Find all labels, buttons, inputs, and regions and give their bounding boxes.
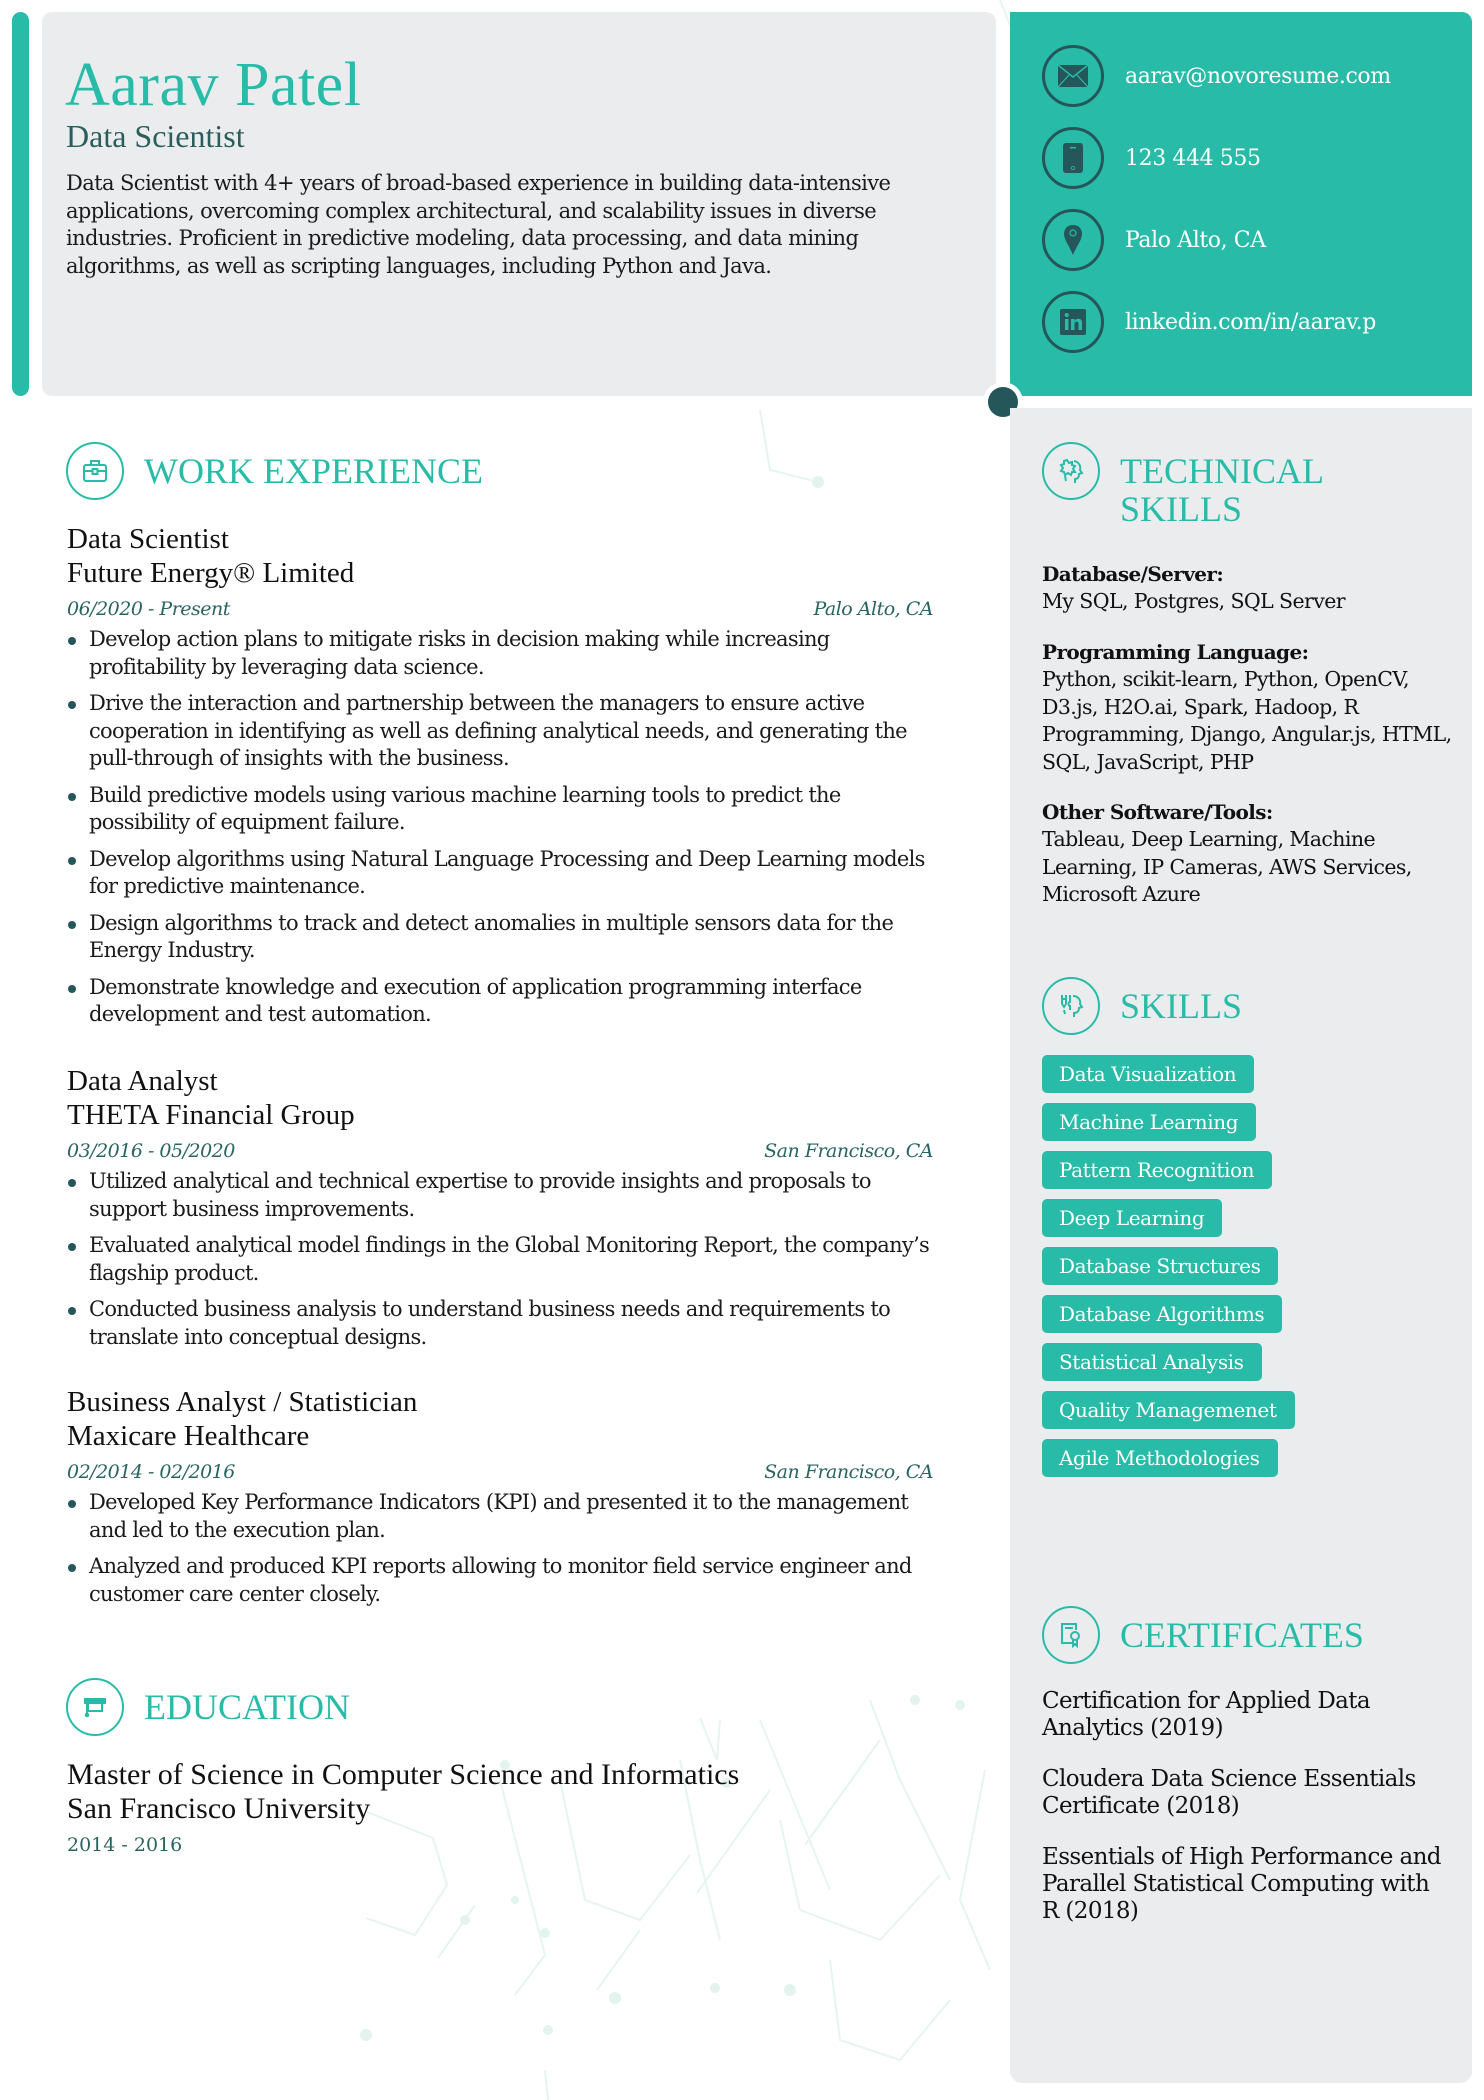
job-company: THETA Financial Group <box>67 1099 355 1131</box>
section-skills: SKILLS <box>1042 977 1242 1035</box>
education-degree: Master of Science in Computer Science an… <box>67 1758 740 1791</box>
section-certificates: CERTIFICATES <box>1042 1606 1364 1664</box>
contact-phone[interactable]: 123 444 555 <box>1042 127 1261 189</box>
job-company: Future Energy® Limited <box>67 557 355 589</box>
tech-skill-value: Python, scikit-learn, Python, OpenCV, D3… <box>1042 667 1452 774</box>
job-dates: 02/2014 - 02/2016 <box>67 1461 235 1483</box>
job-title: Data Scientist <box>67 523 229 555</box>
contact-panel: aarav@novoresume.com 123 444 555 Palo Al… <box>1010 12 1472 396</box>
job-entry: Business Analyst / Statistician Maxicare… <box>67 1385 933 1617</box>
contact-phone-text: 123 444 555 <box>1125 145 1261 171</box>
tech-skill-group: Database/Server: My SQL, Postgres, SQL S… <box>1042 560 1452 616</box>
education-entry: Master of Science in Computer Science an… <box>67 1758 933 1856</box>
job-company: Maxicare Healthcare <box>67 1420 310 1452</box>
certificate-icon <box>1042 1606 1100 1664</box>
job-dates: 03/2016 - 05/2020 <box>67 1140 235 1162</box>
skill-tag: Quality Managemenet <box>1042 1391 1295 1429</box>
contact-linkedin-text: linkedin.com/in/aarav.p <box>1125 309 1376 335</box>
technical-skills-heading-line2: SKILLS <box>1120 489 1243 529</box>
job-bullets: Develop action plans to mitigate risks i… <box>67 626 933 1029</box>
education-heading: EDUCATION <box>144 1687 350 1727</box>
contact-email-text: aarav@novoresume.com <box>1125 63 1391 89</box>
skill-tag: Database Algorithms <box>1042 1295 1283 1333</box>
job-dates: 06/2020 - Present <box>67 598 230 620</box>
job-bullet: Evaluated analytical model findings in t… <box>67 1232 933 1287</box>
job-bullet: Drive the interaction and partnership be… <box>67 690 933 773</box>
technical-skills-heading: TECHNICAL SKILLS <box>1120 452 1324 528</box>
job-bullet: Conducted business analysis to understan… <box>67 1296 933 1351</box>
contact-location[interactable]: Palo Alto, CA <box>1042 209 1266 271</box>
certificate-item: Certification for Applied Data Analytics… <box>1042 1688 1371 1741</box>
job-bullets: Utilized analytical and technical expert… <box>67 1168 933 1351</box>
contact-location-text: Palo Alto, CA <box>1125 227 1266 253</box>
phone-icon <box>1042 127 1104 189</box>
tech-skill-value: Tableau, Deep Learning, Machine Learning… <box>1042 827 1412 906</box>
certificate-item: Essentials of High Performance and Paral… <box>1042 1844 1442 1924</box>
candidate-name: Aarav Patel <box>65 51 362 119</box>
skill-tag: Agile Methodologies <box>1042 1439 1278 1477</box>
job-bullet: Analyzed and produced KPI reports allowi… <box>67 1553 933 1608</box>
job-entry: Data Scientist Future Energy® Limited 06… <box>67 522 933 1038</box>
section-work-experience: WORK EXPERIENCE <box>66 442 483 500</box>
technical-skills-heading-line1: TECHNICAL <box>1120 451 1324 491</box>
certificate-item: Cloudera Data Science Essentials Certifi… <box>1042 1766 1416 1819</box>
education-dates: 2014 - 2016 <box>67 1834 183 1856</box>
brain-gear-icon <box>1042 442 1100 500</box>
skill-tag: Statistical Analysis <box>1042 1343 1262 1381</box>
job-bullet: Developed Key Performance Indicators (KP… <box>67 1489 933 1544</box>
job-entry: Data Analyst THETA Financial Group 03/20… <box>67 1064 933 1360</box>
certificate-list: Certification for Applied Data Analytics… <box>1042 1688 1452 1949</box>
tech-skill-value: My SQL, Postgres, SQL Server <box>1042 589 1346 613</box>
candidate-title: Data Scientist <box>66 118 245 154</box>
job-location: San Francisco, CA <box>764 1461 933 1483</box>
brain-tools-icon <box>1042 977 1100 1035</box>
section-technical-skills: TECHNICAL SKILLS <box>1042 442 1324 528</box>
education-school: San Francisco University <box>67 1792 371 1825</box>
skills-heading: SKILLS <box>1120 986 1243 1026</box>
job-bullet: Develop algorithms using Natural Languag… <box>67 846 933 901</box>
location-icon <box>1042 209 1104 271</box>
job-bullet: Build predictive models using various ma… <box>67 782 933 837</box>
skill-tag: Deep Learning <box>1042 1199 1223 1237</box>
graduation-cap-icon <box>66 1678 124 1736</box>
certificates-heading: CERTIFICATES <box>1120 1615 1364 1655</box>
tech-skill-label: Other Software/Tools: <box>1042 800 1273 824</box>
job-location: San Francisco, CA <box>764 1140 933 1162</box>
accent-bar <box>12 12 29 396</box>
linkedin-icon <box>1042 291 1104 353</box>
work-experience-heading: WORK EXPERIENCE <box>144 451 483 491</box>
tech-skill-label: Programming Language: <box>1042 640 1309 664</box>
job-bullet: Utilized analytical and technical expert… <box>67 1168 933 1223</box>
tech-skill-group: Programming Language: Python, scikit-lea… <box>1042 638 1452 776</box>
skill-tag: Database Structures <box>1042 1247 1279 1285</box>
job-title: Business Analyst / Statistician <box>67 1386 418 1418</box>
briefcase-icon <box>66 442 124 500</box>
job-location: Palo Alto, CA <box>813 598 933 620</box>
job-bullet: Demonstrate knowledge and execution of a… <box>67 974 933 1029</box>
contact-linkedin[interactable]: linkedin.com/in/aarav.p <box>1042 291 1376 353</box>
job-bullet: Develop action plans to mitigate risks i… <box>67 626 933 681</box>
skill-tags: Data Visualization Machine Learning Patt… <box>1042 1055 1295 1487</box>
section-education: EDUCATION <box>66 1678 350 1736</box>
skill-tag: Machine Learning <box>1042 1103 1257 1141</box>
job-title: Data Analyst <box>67 1065 218 1097</box>
job-bullet: Design algorithms to track and detect an… <box>67 910 933 965</box>
email-icon <box>1042 45 1104 107</box>
skill-tag: Pattern Recognition <box>1042 1151 1273 1189</box>
summary-text: Data Scientist with 4+ years of broad-ba… <box>66 171 891 278</box>
contact-email[interactable]: aarav@novoresume.com <box>1042 45 1391 107</box>
tech-skill-group: Other Software/Tools: Tableau, Deep Lear… <box>1042 798 1452 909</box>
tech-skill-label: Database/Server: <box>1042 562 1224 586</box>
skill-tag: Data Visualization <box>1042 1055 1255 1093</box>
job-bullets: Developed Key Performance Indicators (KP… <box>67 1489 933 1608</box>
